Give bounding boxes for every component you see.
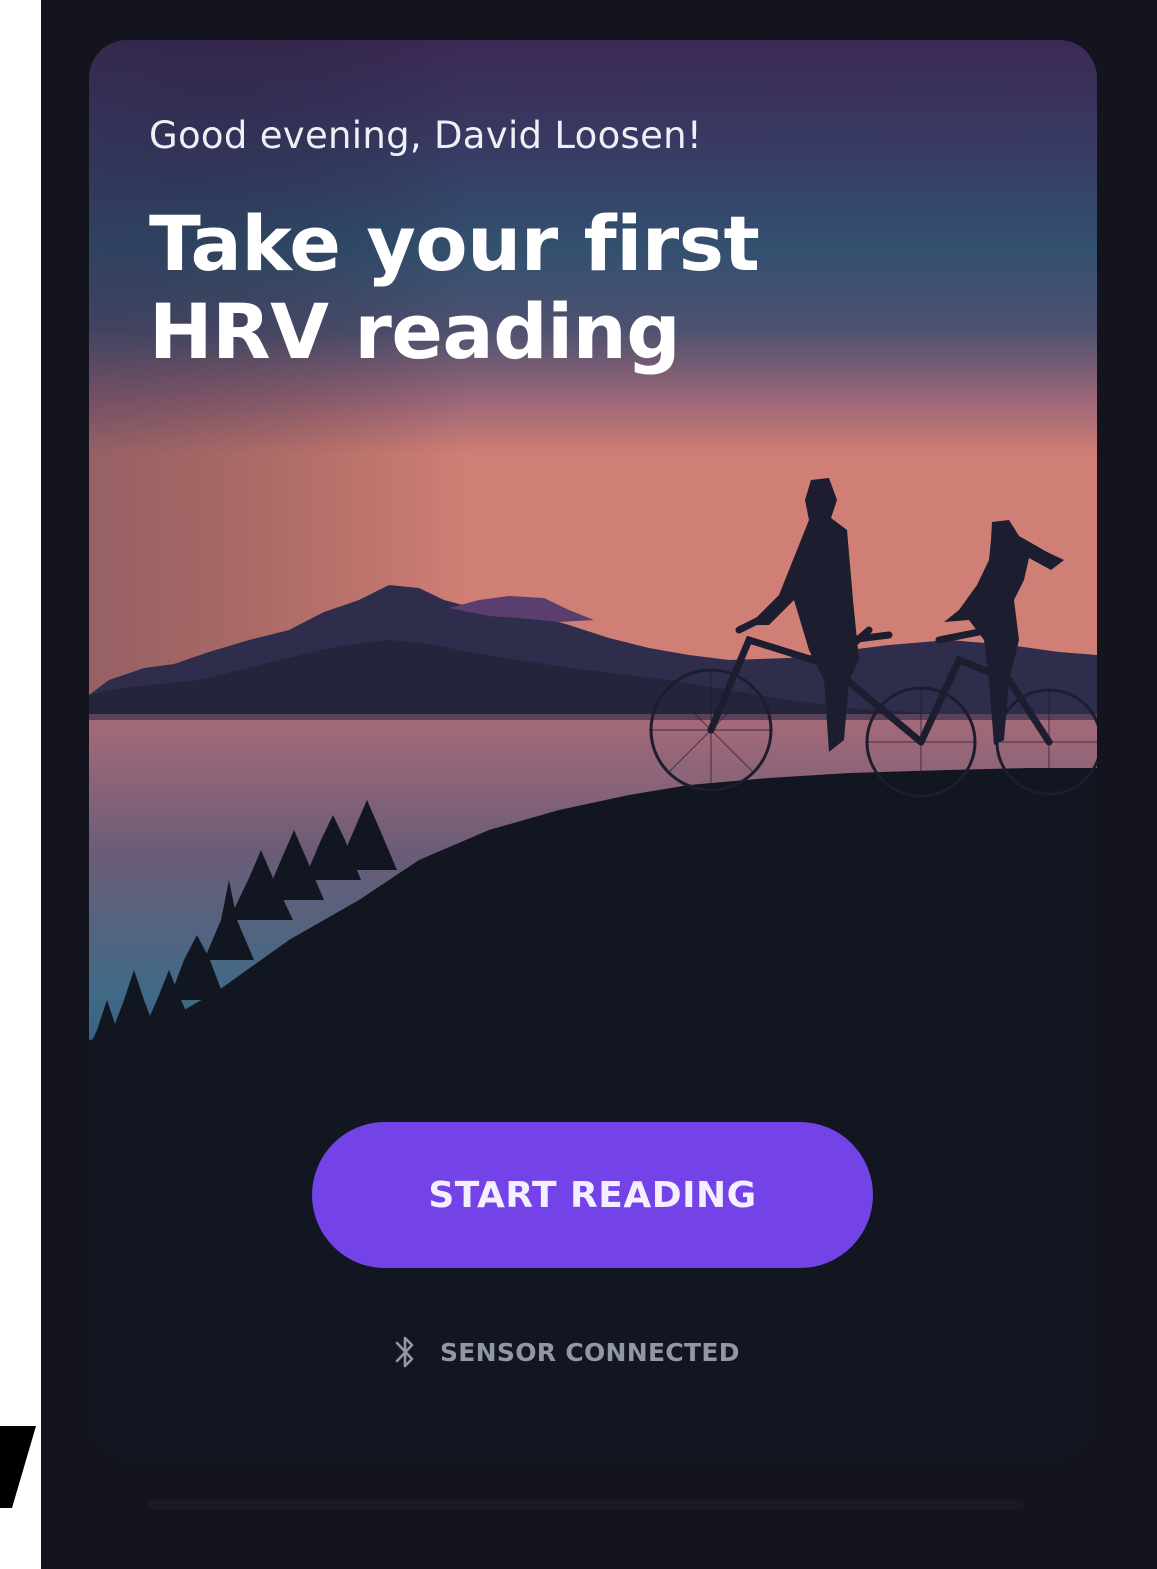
screen: Good evening, David Loosen! Take your fi… <box>0 0 1157 1569</box>
edge-glyph-fragment <box>0 1426 36 1508</box>
sensor-status: SENSOR CONNECTED <box>394 1330 740 1374</box>
greeting-text: Good evening, David Loosen! <box>149 114 703 157</box>
start-reading-button[interactable]: START READING <box>312 1122 873 1268</box>
page-title: Take your first HRV reading <box>149 200 909 376</box>
hero-card: Good evening, David Loosen! Take your fi… <box>89 40 1097 1460</box>
sensor-status-label: SENSOR CONNECTED <box>440 1337 740 1367</box>
headline-line-2: HRV reading <box>149 287 681 376</box>
home-indicator <box>148 1500 1024 1510</box>
headline-line-1: Take your first <box>149 199 760 288</box>
bluetooth-icon <box>395 1336 414 1368</box>
